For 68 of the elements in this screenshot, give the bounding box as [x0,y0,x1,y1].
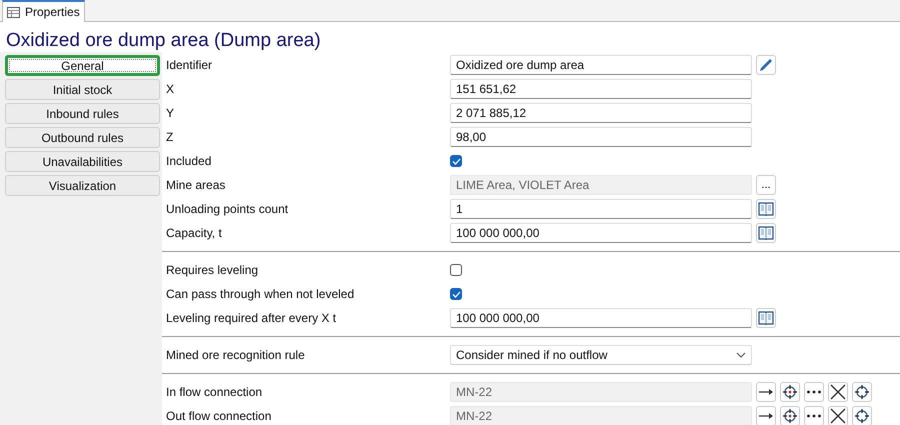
field-label: Z [166,130,174,144]
input-field[interactable]: 1 [450,199,752,219]
crosshair-button[interactable] [780,382,800,402]
readonly-field[interactable]: LIME Area, VIOLET Area [450,175,752,195]
checkbox[interactable] [450,264,462,276]
crosshair-icon [782,408,798,424]
arrow-icon [758,388,774,396]
book-button[interactable] [756,199,776,219]
field-label: In flow connection [166,385,264,399]
field-label: Leveling required after every X t [166,311,338,325]
cross-button[interactable] [828,406,848,425]
crosshair-icon [854,384,870,400]
tab-label: Properties [25,5,80,19]
input-field[interactable]: Oxidized ore dump area [450,55,752,75]
checkbox[interactable] [450,155,462,167]
input-field[interactable]: 100 000 000,00 [450,223,752,243]
crosshair-icon [854,408,870,424]
dots-button[interactable] [804,406,824,425]
book-icon [758,226,774,240]
field-label: Capacity, t [166,226,223,240]
field-label: Y [166,106,176,120]
input-field[interactable]: 98,00 [450,127,752,147]
dots-icon [806,414,822,418]
crosshair-button[interactable] [780,406,800,425]
arrow-button[interactable] [756,406,776,425]
crosshair-icon [782,384,798,400]
checkbox[interactable] [450,288,462,300]
nav-button[interactable]: Outbound rules [5,127,160,148]
field-label: Identifier [166,58,214,72]
nav-button[interactable]: Visualization [5,175,160,196]
properties-tab[interactable]: Properties [2,0,85,22]
dots-button[interactable] [804,382,824,402]
nav-button[interactable]: General [5,55,160,76]
field-label: Out flow connection [166,409,272,423]
table-icon [7,6,20,18]
readonly-field[interactable]: MN-22 [450,406,752,425]
book-button[interactable] [756,223,776,243]
input-field[interactable]: 100 000 000,00 [450,308,752,328]
field-label: Included [166,154,212,168]
cross-icon [830,408,846,424]
arrow-button[interactable] [756,382,776,402]
input-field[interactable]: 2 071 885,12 [450,103,752,123]
page-title: Oxidized ore dump area (Dump area) [6,30,322,52]
field-label: X [166,82,176,96]
arrow-icon [758,412,774,420]
input-field[interactable]: 151 651,62 [450,79,752,99]
book-button[interactable] [756,308,776,328]
field-label: Requires leveling [166,263,260,277]
pencil-button[interactable] [756,55,776,75]
nav-button[interactable]: Unavailabilities [5,151,160,172]
nav-button[interactable]: Inbound rules [5,103,160,124]
nav-button[interactable]: Initial stock [5,79,160,100]
field-label: Can pass through when not leveled [166,287,356,301]
field-label: Mine areas [166,178,226,192]
dropdown[interactable]: Consider mined if no outflow [450,345,752,365]
crosshair-button[interactable] [852,406,872,425]
dots-icon [806,390,822,394]
chevron-down-icon [736,352,746,358]
cross-icon [830,384,846,400]
field-label: Unloading points count [166,202,290,216]
crosshair-button[interactable] [852,382,872,402]
book-icon [758,202,774,216]
cross-button[interactable] [828,382,848,402]
book-icon [758,311,774,325]
pencil-icon [758,57,774,73]
readonly-field[interactable]: MN-22 [450,382,752,402]
field-label: Mined ore recognition rule [166,348,306,362]
browse-button[interactable]: ... [756,175,776,195]
